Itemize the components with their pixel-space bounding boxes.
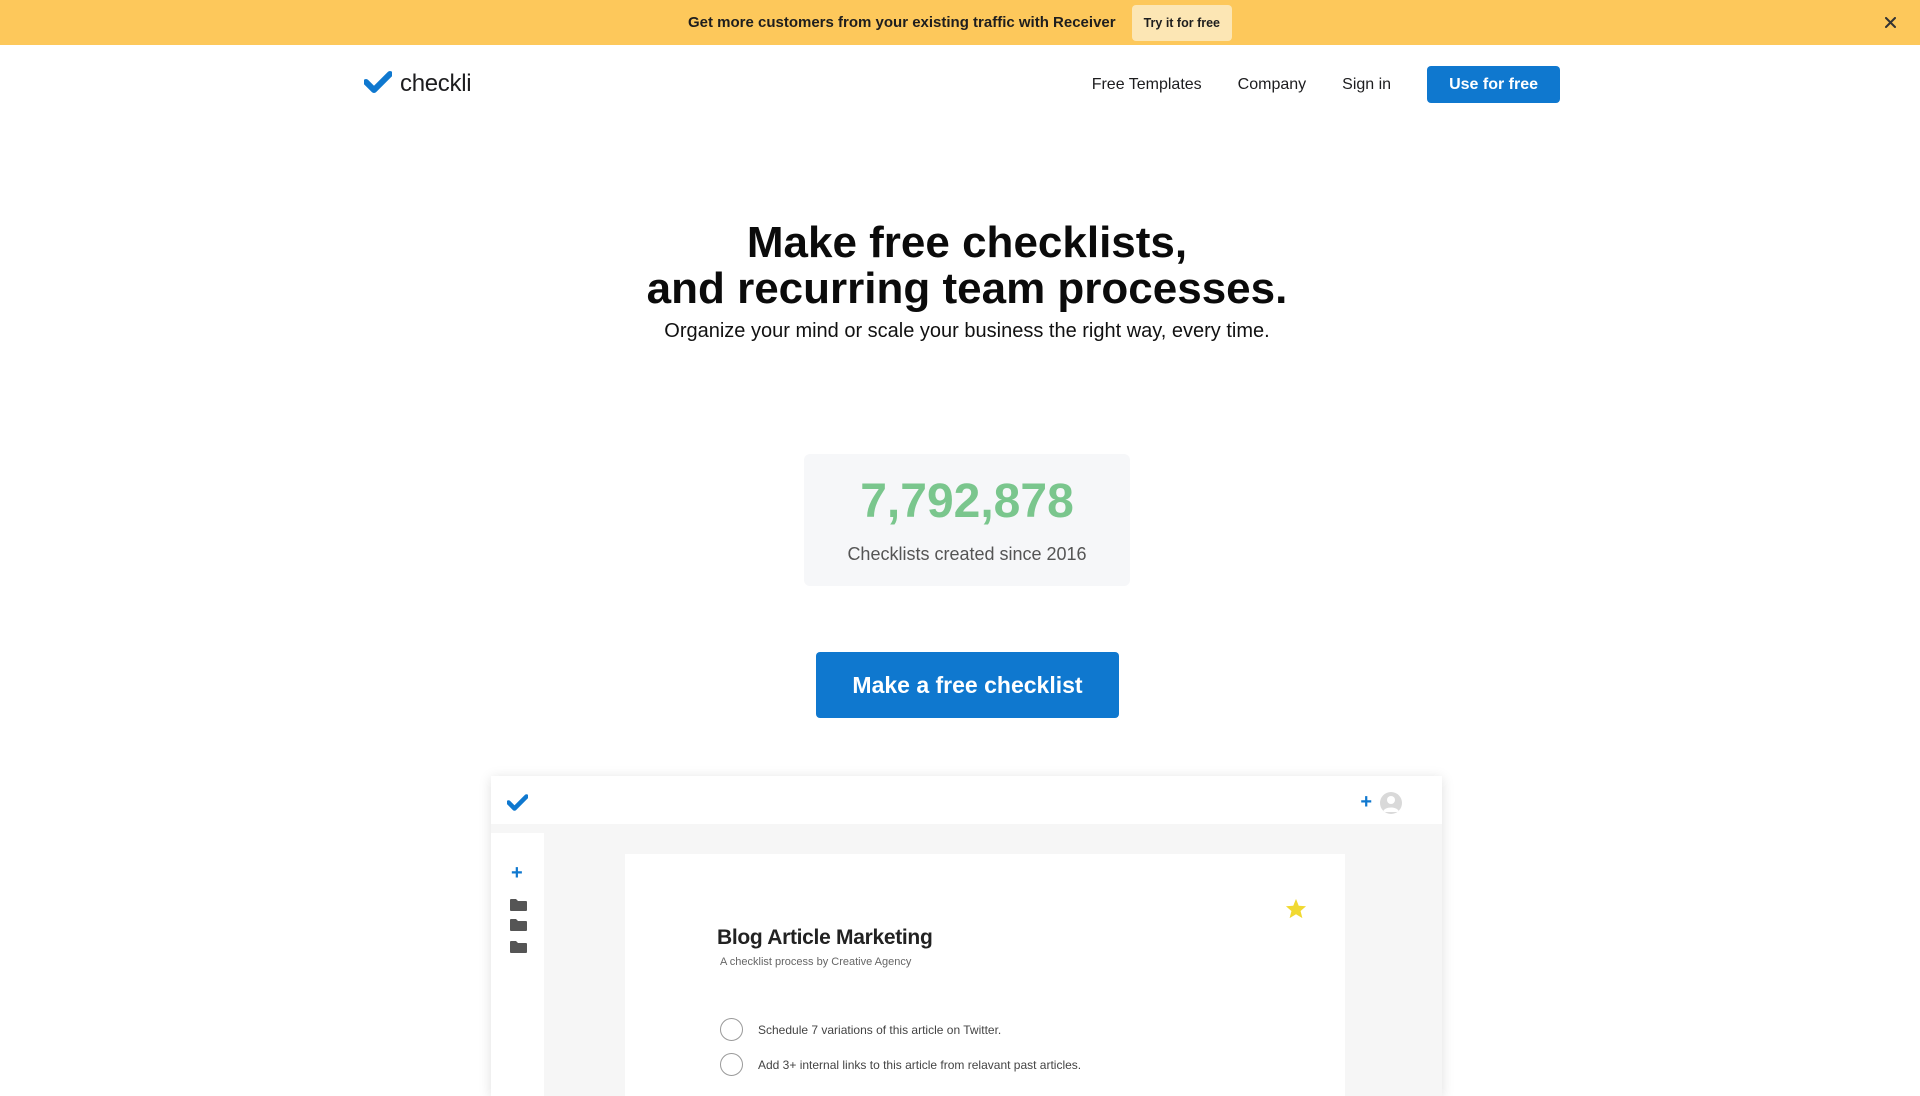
plus-icon: +: [511, 862, 523, 884]
app-preview: + + Blog Article Marketing A checklist p…: [491, 776, 1442, 1096]
task-checkbox[interactable]: [720, 1053, 743, 1076]
hero-title-line-1: Make free checklists,: [746, 218, 1188, 267]
promo-banner: Get more customers from your existing tr…: [0, 0, 1920, 45]
plus-icon: +: [1360, 791, 1372, 813]
checklist-count-label: Checklists created since 2016: [847, 544, 1087, 564]
checklist-title: Blog Article Marketing: [717, 926, 933, 949]
make-free-checklist-button[interactable]: Make a free checklist: [816, 652, 1119, 718]
star-icon: [1285, 898, 1307, 924]
hero-title-line-2: and recurring team processes.: [646, 264, 1288, 313]
nav-free-templates[interactable]: Free Templates: [1092, 76, 1202, 94]
checklist-card: Blog Article Marketing A checklist proce…: [625, 854, 1345, 1096]
task-checkbox[interactable]: [720, 1018, 743, 1041]
hero-subtitle: Organize your mind or scale your busines…: [664, 320, 1270, 342]
folder-icon: [510, 919, 527, 931]
folder-icon: [510, 941, 527, 953]
hero-title: Make free checklists, and recurring team…: [0, 220, 1920, 312]
try-it-free-button[interactable]: Try it for free: [1131, 4, 1233, 41]
task-text: Add 3+ internal links to this article fr…: [758, 1057, 1082, 1072]
checklist-task: Schedule 7 variations of this article on…: [720, 1018, 1001, 1041]
preview-topbar: +: [491, 776, 1442, 824]
hero: Make free checklists, and recurring team…: [0, 220, 1920, 343]
checkmark-logo-icon: [363, 70, 393, 98]
main-nav: Free Templates Company Sign in Use for f…: [1092, 66, 1560, 103]
task-text: Schedule 7 variations of this article on…: [758, 1022, 1002, 1037]
checklist-subtitle: A checklist process by Creative Agency: [720, 956, 912, 968]
logo-text: checkli: [400, 70, 472, 97]
checklist-task: Add 3+ internal links to this article fr…: [720, 1053, 1081, 1076]
checkmark-logo-icon: [506, 794, 529, 816]
nav-company[interactable]: Company: [1238, 76, 1306, 94]
close-icon[interactable]: [1880, 12, 1900, 32]
folder-icon: [510, 899, 527, 911]
nav-sign-in[interactable]: Sign in: [1342, 76, 1391, 94]
use-for-free-button[interactable]: Use for free: [1427, 66, 1560, 103]
preview-sidebar: +: [491, 833, 544, 1096]
user-avatar-icon: [1380, 792, 1402, 814]
logo[interactable]: checkli: [363, 70, 472, 98]
checklist-count: 7,792,878: [860, 475, 1074, 528]
banner-text: Get more customers from your existing tr…: [687, 14, 1116, 31]
checklist-count-card: 7,792,878 Checklists created since 2016: [804, 454, 1130, 586]
